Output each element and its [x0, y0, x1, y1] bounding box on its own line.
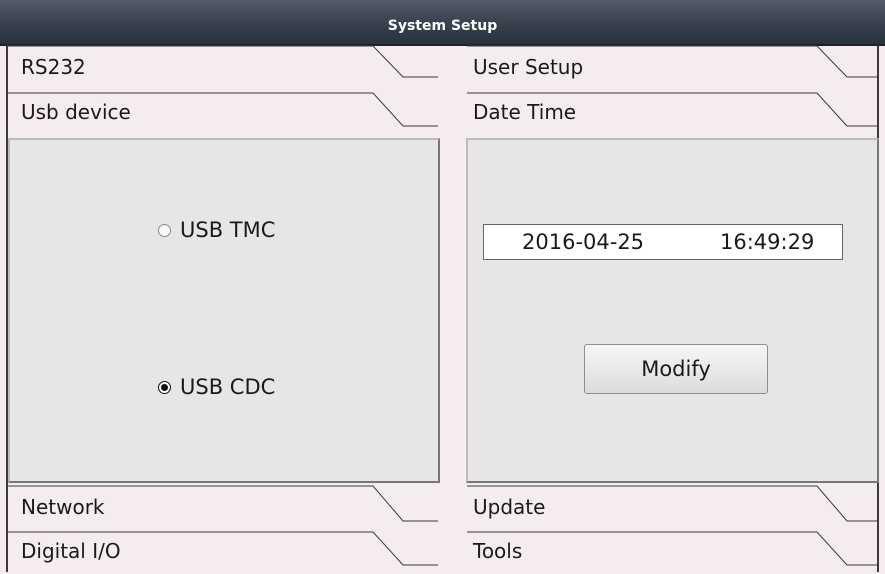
radio-checked-icon	[158, 380, 171, 394]
radio-usb-tmc[interactable]: USB TMC	[158, 218, 275, 242]
tab-usb-device[interactable]: Usb device	[8, 90, 438, 135]
tab-date-time[interactable]: Date Time	[467, 90, 879, 135]
tab-user-setup[interactable]: User Setup	[467, 45, 879, 90]
tab-update-label: Update	[473, 495, 546, 519]
radio-usb-cdc[interactable]: USB CDC	[158, 375, 275, 399]
tab-digital-io-label: Digital I/O	[21, 539, 121, 563]
title-bar: System Setup	[0, 0, 885, 46]
tab-network-label: Network	[21, 495, 105, 519]
radio-usb-cdc-label: USB CDC	[180, 375, 276, 399]
usb-device-panel	[8, 138, 440, 483]
modify-button[interactable]: Modify	[584, 344, 768, 394]
tab-tools-outline	[467, 531, 879, 566]
tab-date-time-label: Date Time	[473, 100, 577, 124]
window-title: System Setup	[387, 18, 498, 34]
tab-update[interactable]: Update	[467, 485, 879, 530]
radio-unchecked-icon	[158, 223, 171, 237]
date-time-panel	[466, 138, 879, 483]
radio-usb-tmc-label: USB TMC	[180, 218, 276, 242]
tab-tools[interactable]: Tools	[467, 529, 879, 574]
tab-digital-io[interactable]: Digital I/O	[8, 529, 438, 574]
tab-rs232[interactable]: RS232	[8, 45, 438, 90]
datetime-field[interactable]: 2016-04-25 16:49:29	[483, 224, 843, 260]
tab-user-setup-label: User Setup	[473, 55, 584, 79]
time-value: 16:49:29	[720, 230, 815, 254]
tab-usb-device-label: Usb device	[21, 100, 131, 124]
tab-rs232-label: RS232	[21, 55, 86, 79]
date-value: 2016-04-25	[522, 230, 645, 254]
tab-tools-label: Tools	[473, 539, 523, 563]
tab-network[interactable]: Network	[8, 485, 438, 530]
